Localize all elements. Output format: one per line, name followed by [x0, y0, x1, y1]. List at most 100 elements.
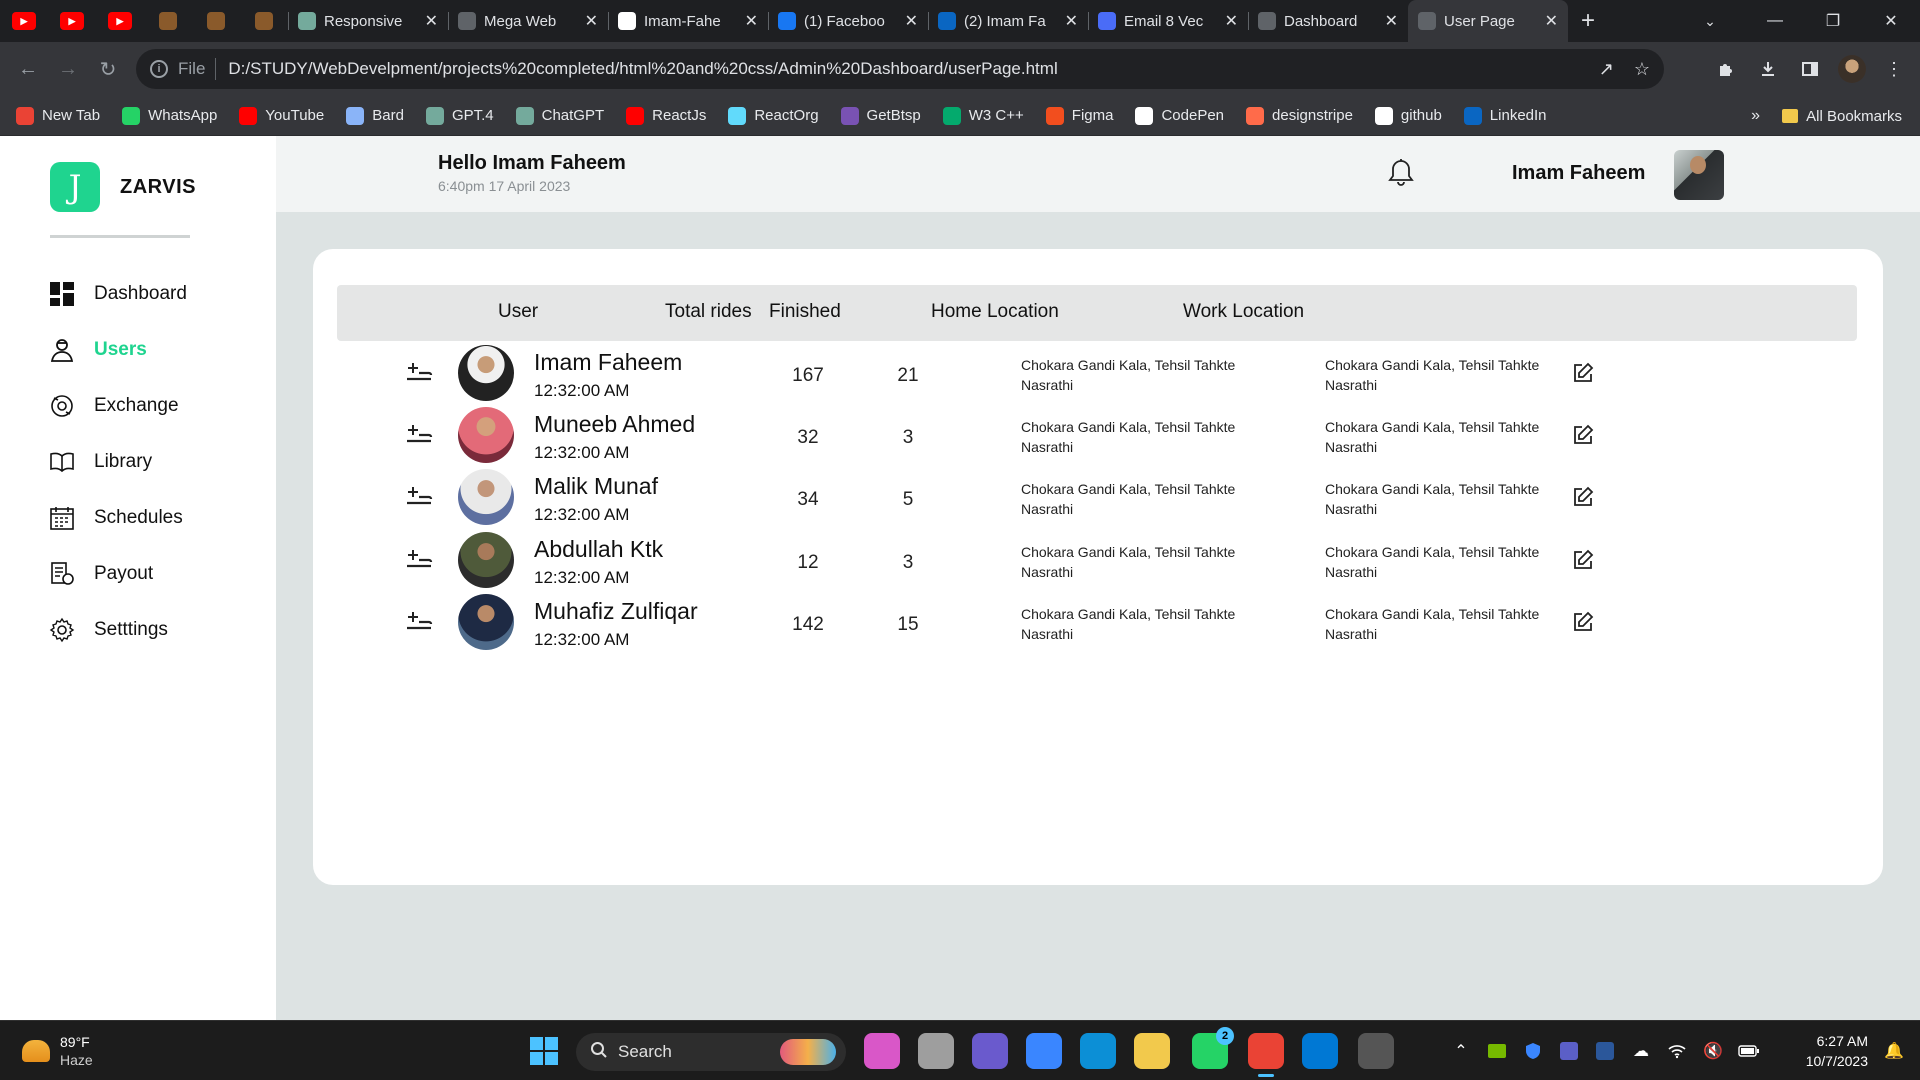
show-hidden-icons-chevron-icon[interactable]: ⌃ [1450, 1040, 1472, 1062]
chrome-icon[interactable] [1248, 1033, 1284, 1077]
bookmark-item[interactable]: GetBtsp [840, 106, 921, 125]
bookmark-item[interactable]: WhatsApp [122, 106, 217, 125]
close-tab-icon[interactable]: ✕ [745, 11, 758, 31]
reload-icon[interactable]: ↻ [88, 49, 128, 89]
edge-icon[interactable] [1080, 1033, 1116, 1069]
url-text[interactable]: D:/STUDY/WebDevelpment/projects%20comple… [228, 59, 1578, 79]
user-name[interactable]: Malik Munaf [534, 473, 658, 500]
kebab-menu-icon[interactable]: ⋮ [1878, 53, 1910, 85]
brand[interactable]: J ZARVIS [50, 162, 196, 212]
bookmark-item[interactable]: ChatGPT [515, 106, 604, 125]
user-name[interactable]: Muneeb Ahmed [534, 411, 695, 438]
close-tab-icon[interactable]: ✕ [905, 11, 918, 31]
edit-icon[interactable] [1571, 361, 1595, 385]
sidebar-item-payout[interactable]: Payout [48, 546, 187, 602]
address-bar[interactable]: i File D:/STUDY/WebDevelpment/projects%2… [136, 49, 1664, 89]
bookmark-item[interactable]: Bard [346, 106, 404, 125]
sidebar-item-setttings[interactable]: Setttings [48, 602, 187, 658]
browser-tab[interactable] [192, 0, 240, 42]
copilot-icon[interactable] [864, 1033, 900, 1069]
notifications-bell-icon[interactable]: 🔔 [1884, 1041, 1904, 1061]
clapper-icon[interactable] [1358, 1033, 1394, 1069]
close-tab-icon[interactable]: ✕ [1065, 11, 1078, 31]
speaker-muted-icon[interactable]: 🔇 [1702, 1040, 1724, 1062]
browser-tab[interactable] [240, 0, 288, 42]
word-icon[interactable] [1594, 1040, 1616, 1062]
browser-tab[interactable]: Dashboard ✕ [1248, 0, 1408, 42]
close-tab-icon[interactable]: ✕ [585, 11, 598, 31]
user-name[interactable]: Imam Faheem [534, 349, 682, 376]
browser-tab[interactable]: Responsive ✕ [288, 0, 448, 42]
avatar[interactable] [458, 532, 514, 588]
bookmark-item[interactable]: LinkedIn [1463, 106, 1547, 125]
sidebar-item-library[interactable]: Library [48, 434, 187, 490]
add-ride-icon[interactable] [405, 485, 433, 509]
bookmark-item[interactable]: New Tab [16, 106, 100, 125]
meet-icon[interactable] [972, 1033, 1008, 1069]
battery-icon[interactable] [1738, 1040, 1760, 1062]
store-icon[interactable] [1026, 1033, 1062, 1069]
browser-tab[interactable]: ▶ [96, 0, 144, 42]
wifi-icon[interactable] [1666, 1040, 1688, 1062]
bookmark-item[interactable]: CodePen [1135, 106, 1224, 125]
add-ride-icon[interactable] [405, 423, 433, 447]
info-icon[interactable]: i [150, 60, 168, 78]
bookmark-item[interactable]: W3 C++ [942, 106, 1024, 125]
bookmark-item[interactable]: github [1374, 106, 1442, 125]
avatar[interactable] [458, 469, 514, 525]
browser-tab[interactable]: (2) Imam Fa ✕ [928, 0, 1088, 42]
header-avatar[interactable] [1674, 150, 1724, 200]
edit-icon[interactable] [1571, 610, 1595, 634]
minimize-icon[interactable]: — [1746, 0, 1804, 42]
sidebar-item-users[interactable]: Users [48, 322, 187, 378]
weather-widget[interactable]: 89°F Haze [22, 1033, 93, 1069]
teams-icon[interactable] [1558, 1040, 1580, 1062]
taskbar-search[interactable]: Search [576, 1033, 846, 1071]
sidebar-item-dashboard[interactable]: Dashboard [48, 266, 187, 322]
windows-start-icon[interactable] [530, 1037, 558, 1065]
browser-tab[interactable]: ▶ [0, 0, 48, 42]
cloud-offline-icon[interactable]: ☁ [1630, 1040, 1652, 1062]
avatar[interactable] [458, 594, 514, 650]
sidebar-item-exchange[interactable]: Exchange [48, 378, 187, 434]
back-arrow-icon[interactable]: ← [8, 49, 48, 89]
bookmark-item[interactable]: GPT.4 [425, 106, 494, 125]
bookmark-item[interactable]: designstripe [1246, 106, 1353, 125]
bookmark-star-icon[interactable]: ☆ [1634, 59, 1650, 80]
browser-tab[interactable]: Email 8 Vec ✕ [1088, 0, 1248, 42]
edit-icon[interactable] [1571, 423, 1595, 447]
security-shield-icon[interactable] [1522, 1040, 1544, 1062]
file-explorer-icon[interactable] [1134, 1033, 1170, 1069]
taskbar-clock[interactable]: 6:27 AM 10/7/2023 [1806, 1031, 1868, 1071]
all-bookmarks-button[interactable]: All Bookmarks [1782, 96, 1902, 136]
edit-icon[interactable] [1571, 485, 1595, 509]
add-ride-icon[interactable] [405, 361, 433, 385]
close-tab-icon[interactable]: ✕ [425, 11, 438, 31]
bookmarks-overflow-button[interactable]: » [1751, 96, 1760, 136]
whatsapp-icon[interactable]: 2 [1192, 1027, 1234, 1069]
bookmark-item[interactable]: Figma [1045, 106, 1113, 125]
nvidia-icon[interactable] [1486, 1040, 1508, 1062]
user-name[interactable]: Muhafiz Zulfiqar [534, 598, 698, 625]
bookmark-item[interactable]: ReactJs [626, 106, 706, 125]
browser-tab[interactable]: Imam-Fahe ✕ [608, 0, 768, 42]
profile-avatar[interactable] [1836, 53, 1868, 85]
vscode-icon[interactable] [1302, 1033, 1338, 1069]
share-icon[interactable]: ↗ [1599, 59, 1614, 80]
bookmark-item[interactable]: YouTube [239, 106, 324, 125]
new-tab-plus-icon[interactable]: + [1568, 7, 1608, 35]
close-window-icon[interactable]: ✕ [1862, 0, 1920, 42]
tab-search-chevron-icon[interactable]: ⌄ [1686, 0, 1734, 42]
browser-tab[interactable]: (1) Faceboo ✕ [768, 0, 928, 42]
download-icon[interactable] [1752, 53, 1784, 85]
close-tab-icon[interactable]: ✕ [1385, 11, 1398, 31]
sidebar-item-schedules[interactable]: Schedules [48, 490, 187, 546]
forward-arrow-icon[interactable]: → [48, 49, 88, 89]
header-user-name[interactable]: Imam Faheem [1512, 162, 1645, 185]
edit-icon[interactable] [1571, 548, 1595, 572]
user-name[interactable]: Abdullah Ktk [534, 536, 663, 563]
close-tab-icon[interactable]: ✕ [1225, 11, 1238, 31]
notification-bell-icon[interactable] [1384, 156, 1418, 190]
avatar[interactable] [458, 345, 514, 401]
bookmark-item[interactable]: ReactOrg [728, 106, 819, 125]
